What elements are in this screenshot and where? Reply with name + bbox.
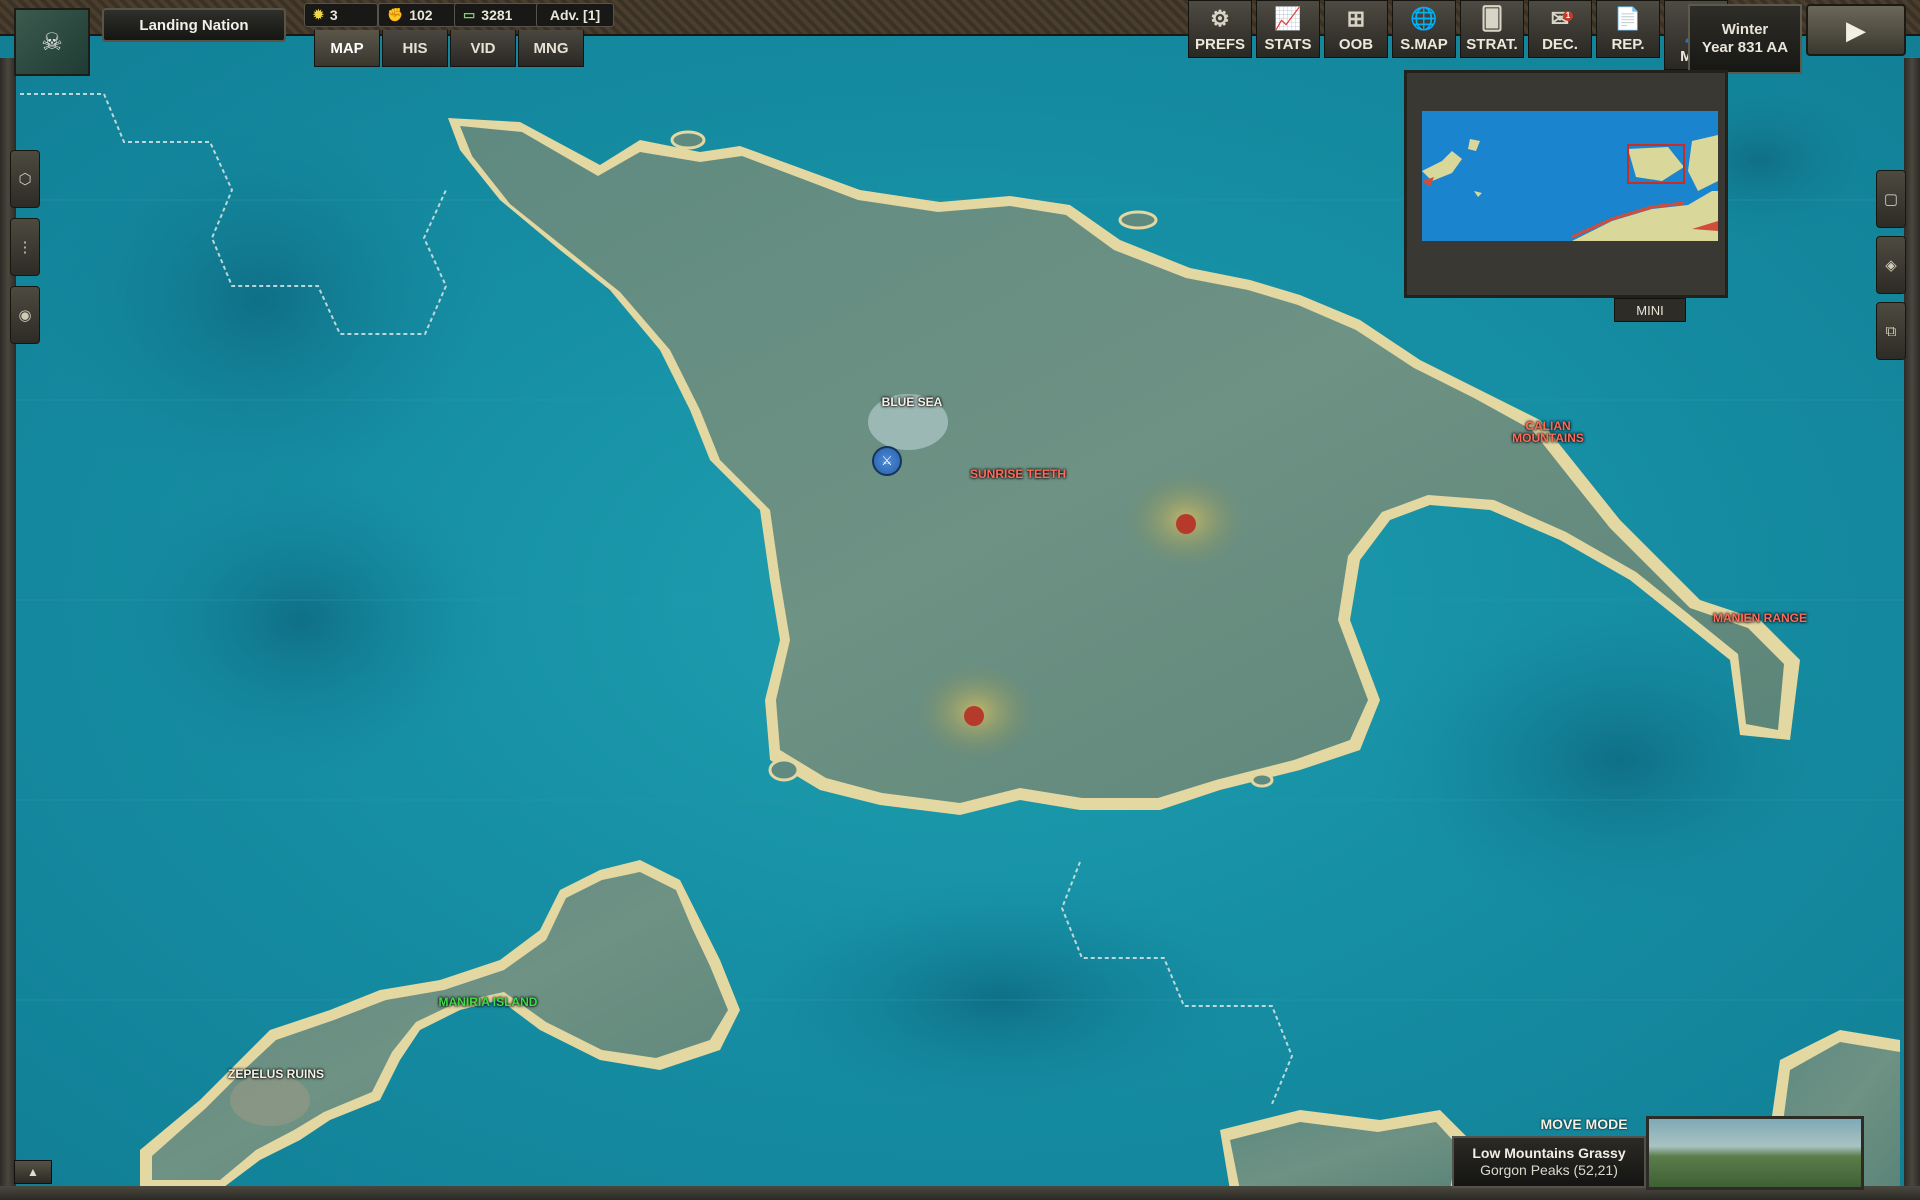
resource-manpower: ✊ 102 (378, 3, 462, 27)
toolbar-prefs-button[interactable]: ⚙ PREFS (1188, 0, 1252, 58)
nation-name[interactable]: Landing Nation (102, 8, 286, 42)
map-label-blue-sea: BLUE SEA (881, 395, 943, 409)
resource-manpower-value: 102 (409, 7, 433, 23)
right-side-button-copy[interactable]: ⧉ (1876, 302, 1906, 360)
resource-sun-value: 3 (329, 7, 338, 23)
terrain-type: Low Mountains Grassy (1472, 1145, 1626, 1161)
skull-flag-icon: ☠ (41, 28, 63, 56)
terrain-info: Low Mountains Grassy Gorgon Peaks (52,21… (1452, 1136, 1646, 1188)
advisor-button[interactable]: Adv. [1] (536, 3, 614, 27)
map-label-maniria-island: MANIRIA ISLAND (438, 995, 538, 1009)
toolbar-strat-button[interactable]: 🂠 STRAT. (1460, 0, 1524, 58)
left-side-button-target[interactable]: ◉ (10, 286, 40, 344)
toolbar-smap-label: S.MAP (1400, 36, 1448, 53)
toolbar-dec-label: DEC. (1542, 36, 1578, 53)
map-label-sunrise-teeth: SUNRISE TEETH (969, 467, 1066, 481)
map-label-manien-range: MANIEN RANGE (1712, 611, 1807, 625)
advisor-label: Adv. [1] (549, 7, 601, 23)
panel-icon: ▢ (1883, 191, 1899, 208)
toolbar-prefs-label: PREFS (1194, 36, 1245, 53)
play-icon: ▶ (1846, 14, 1866, 45)
right-side-button-layers[interactable]: ◈ (1876, 236, 1906, 294)
fist-icon: ✊ (387, 7, 404, 22)
target-icon: ◉ (18, 307, 32, 324)
hierarchy-icon: ⊞ (1346, 6, 1366, 31)
globe-icon: 🌐 (1410, 6, 1438, 31)
report-icon: 📄 (1614, 6, 1642, 31)
collapse-button[interactable]: ▲ (14, 1160, 52, 1184)
year-label: Year 831 AA (1701, 39, 1789, 56)
chart-icon: 📈 (1274, 6, 1302, 31)
minimap-terrain (1422, 135, 1718, 241)
map-label-zepelus-ruins: ZEPELUS RUINS (227, 1067, 324, 1081)
triangle-up-icon: ▲ (27, 1165, 39, 1179)
dec-badge: 1 (1563, 11, 1573, 21)
tab-map[interactable]: MAP (314, 30, 380, 67)
terrain-preview-image (1646, 1116, 1864, 1190)
toolbar-stats-button[interactable]: 📈 STATS (1256, 0, 1320, 58)
mode-label: MOVE MODE (1540, 1116, 1628, 1132)
tab-mng[interactable]: MNG (518, 30, 584, 67)
left-side-button-cube[interactable]: ⬡ (10, 150, 40, 208)
money-icon: ▭ (463, 7, 476, 22)
copy-icon: ⧉ (1885, 322, 1897, 340)
minimap-view[interactable] (1422, 111, 1718, 241)
turn-info: Winter Year 831 AA (1688, 4, 1802, 74)
tab-his[interactable]: HIS (382, 30, 448, 67)
tab-vid[interactable]: VID (450, 30, 516, 67)
toolbar-oob-label: OOB (1338, 36, 1374, 53)
resource-money: ▭ 3281 (454, 3, 546, 27)
toolbar-strat-label: STRAT. (1466, 36, 1518, 53)
bottom-frame (0, 1186, 1920, 1200)
minimap-tab[interactable]: MINI (1614, 298, 1686, 322)
gear-icon: ⚙ (1210, 6, 1230, 31)
toolbar-dec-button[interactable]: ✉ 1 DEC. (1528, 0, 1592, 58)
unit-token[interactable]: ⚔ (872, 446, 902, 476)
resource-money-value: 3281 (481, 7, 513, 23)
map-label-calian-mountains: CALIAN MOUNTAINS (1512, 419, 1584, 445)
cards-icon: 🂠 (1480, 6, 1504, 31)
network-icon: ⋮ (17, 239, 33, 256)
season-label: Winter (1721, 21, 1769, 38)
sun-icon: ✹ (313, 7, 324, 22)
toolbar-smap-button[interactable]: 🌐 S.MAP (1392, 0, 1456, 58)
toolbar-rep-button[interactable]: 📄 REP. (1596, 0, 1660, 58)
terrain-location: Gorgon Peaks (52,21) (1480, 1162, 1618, 1178)
resource-sun: ✹ 3 (304, 3, 378, 27)
end-turn-button[interactable]: ▶ (1806, 4, 1906, 56)
minimap-panel (1404, 70, 1728, 298)
right-side-button-panel[interactable]: ▢ (1876, 170, 1906, 228)
nation-flag[interactable]: ☠ (14, 8, 90, 76)
cube-icon: ⬡ (18, 171, 32, 188)
toolbar-rep-label: REP. (1611, 36, 1645, 53)
right-frame (1904, 58, 1920, 1200)
toolbar-oob-button[interactable]: ⊞ OOB (1324, 0, 1388, 58)
toolbar-stats-label: STATS (1264, 36, 1312, 53)
layers-icon: ◈ (1885, 257, 1897, 274)
left-side-button-network[interactable]: ⋮ (10, 218, 40, 276)
